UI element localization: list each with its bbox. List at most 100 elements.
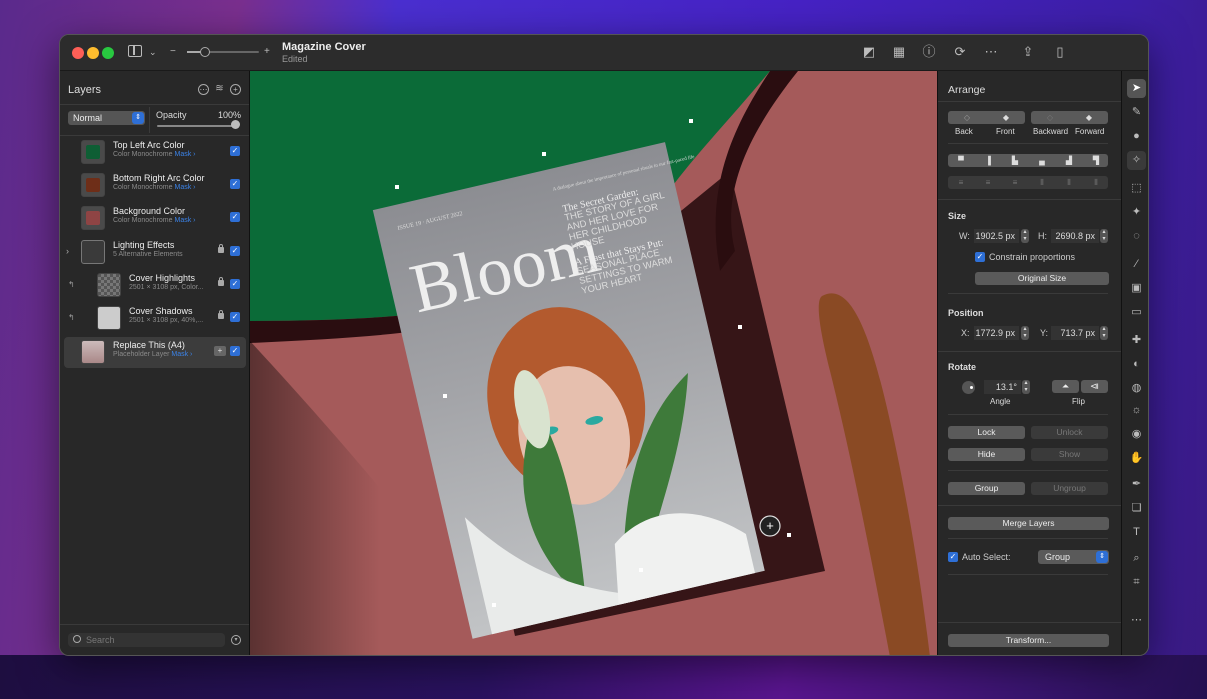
bring-to-front-icon[interactable]: ◆ <box>1001 113 1011 122</box>
pen-tool-icon[interactable]: ✒ <box>1127 475 1146 494</box>
lock-icon[interactable] <box>218 310 224 319</box>
zoom-tool-icon[interactable]: ⌕ <box>1127 549 1146 568</box>
constrain-proportions-checkbox[interactable]: ✓ <box>975 252 985 262</box>
layer-row[interactable]: Replace This (A4) Placeholder Layer Mask … <box>64 337 246 368</box>
blur-tool-icon[interactable]: ◍ <box>1127 379 1146 398</box>
flip-vertical-button[interactable]: ⏶ <box>1052 380 1079 393</box>
y-stepper[interactable]: ▴ ▾ <box>1100 326 1108 340</box>
paint-tool-icon[interactable]: ✎ <box>1127 103 1146 122</box>
angle-dial[interactable] <box>962 381 975 394</box>
distribute-icon[interactable]: ≡ <box>1010 178 1020 187</box>
opacity-slider-knob[interactable] <box>231 120 240 129</box>
distribute-icon[interactable]: ≡ <box>956 178 966 187</box>
brush-tool-icon[interactable]: ⁄ <box>1127 255 1146 274</box>
auto-select-checkbox[interactable]: ✓ <box>948 552 958 562</box>
align-icon[interactable]: ▜ <box>1091 156 1101 165</box>
arrow-tool-icon[interactable]: ➤ <box>1127 79 1146 98</box>
info-icon[interactable]: ⓘ <box>921 44 937 60</box>
layer-row[interactable]: Bottom Right Arc Color Color Monochrome M… <box>64 170 246 201</box>
hand-tool-icon[interactable]: ✋ <box>1127 449 1146 468</box>
layer-row[interactable]: › Lighting Effects 5 Alternative Elements … <box>64 237 246 268</box>
rotate-icon[interactable]: ⟳ <box>952 44 968 60</box>
disclosure-chevron-icon[interactable]: › <box>66 246 69 256</box>
clone-tool-icon[interactable]: ◐ <box>1127 355 1146 374</box>
unlock-button[interactable]: Unlock <box>1031 426 1108 439</box>
mask-link[interactable]: Mask › <box>174 184 195 191</box>
x-field[interactable]: 1772.9 px <box>974 326 1019 340</box>
layer-options-icon[interactable]: ⋯ <box>198 84 209 95</box>
visibility-checkbox[interactable]: ✓ <box>230 346 240 356</box>
filter-icon[interactable]: ▾ <box>231 635 241 645</box>
visibility-checkbox[interactable]: ✓ <box>230 246 240 256</box>
layer-search-input[interactable]: Search <box>68 633 225 647</box>
lock-icon[interactable] <box>218 277 224 286</box>
send-backward-icon[interactable]: ◇ <box>1045 113 1055 122</box>
sponge-tool-icon[interactable]: ◉ <box>1127 425 1146 444</box>
lighten-tool-icon[interactable]: ☼ <box>1127 401 1146 420</box>
back-front-segment[interactable]: ◇ ◆ <box>948 111 1025 124</box>
sidebar-right-icon[interactable]: ▯ <box>1052 44 1068 60</box>
layer-row[interactable]: ↰ Cover Shadows 2501 × 3108 px, 40%,... ✓ <box>64 303 246 334</box>
crop-tool-icon[interactable]: ⌗ <box>1127 573 1146 592</box>
bring-forward-icon[interactable]: ◆ <box>1084 113 1094 122</box>
warp-tool-icon[interactable]: ✧ <box>1127 151 1146 170</box>
width-field[interactable]: 1902.5 px <box>974 229 1019 243</box>
layer-row[interactable]: Background Color Color Monochrome Mask › ✓ <box>64 203 246 234</box>
canvas[interactable]: Bloom ISSUE 19 · AUGUST 2022 A dialogue … <box>250 71 938 655</box>
distribute-icon[interactable]: ⦀ <box>1064 178 1074 187</box>
align-icon[interactable]: ▙ <box>1010 156 1020 165</box>
share-icon[interactable]: ⇪ <box>1020 44 1036 60</box>
lock-button[interactable]: Lock <box>948 426 1025 439</box>
add-layer-icon[interactable]: + <box>230 84 241 95</box>
color-palette-icon[interactable]: ▦ <box>891 44 907 60</box>
angle-stepper[interactable]: ▴ ▾ <box>1022 380 1030 394</box>
align-icon[interactable]: ▄ <box>1037 156 1047 165</box>
width-stepper[interactable]: ▴ ▾ <box>1021 229 1029 243</box>
bucket-tool-icon[interactable]: ▣ <box>1127 279 1146 298</box>
zoom-slider-knob[interactable] <box>200 47 210 57</box>
blend-mode-select[interactable]: Normal ⇕ <box>68 111 145 125</box>
layer-row[interactable]: Top Left Arc Color Color Monochrome Mask … <box>64 137 246 168</box>
send-to-back-icon[interactable]: ◇ <box>962 113 972 122</box>
shape-tool-icon[interactable]: ❏ <box>1127 499 1146 518</box>
layer-row[interactable]: ↰ Cover Highlights 2501 × 3108 px, Color..… <box>64 270 246 301</box>
align-icon[interactable]: ▐ <box>983 156 993 165</box>
zoom-slider[interactable] <box>187 51 259 53</box>
color-picker-icon[interactable]: ◩ <box>861 44 877 60</box>
height-stepper[interactable]: ▴ ▾ <box>1100 229 1108 243</box>
sidebar-toggle-icon[interactable] <box>128 45 142 57</box>
distribute-icon[interactable]: ≡ <box>983 178 993 187</box>
opacity-slider[interactable] <box>157 125 237 127</box>
minimize-button[interactable] <box>87 47 99 59</box>
eraser-tool-icon[interactable]: ▭ <box>1127 303 1146 322</box>
layer-stack-icon[interactable]: ≋ <box>214 84 225 95</box>
angle-field[interactable]: 13.1° <box>984 380 1021 394</box>
smudge-tool-icon[interactable]: ● <box>1127 127 1146 146</box>
maximize-button[interactable] <box>102 47 114 59</box>
distribute-icon[interactable]: ⦀ <box>1091 178 1101 187</box>
transform-button[interactable]: Transform... <box>948 634 1109 647</box>
visibility-checkbox[interactable]: ✓ <box>230 312 240 322</box>
bandage-tool-icon[interactable]: ✚ <box>1127 331 1146 350</box>
align-icon[interactable]: ▟ <box>1064 156 1074 165</box>
distribute-icon[interactable]: ⦀ <box>1037 178 1047 187</box>
group-button[interactable]: Group <box>948 482 1025 495</box>
magic-wand-tool-icon[interactable]: ✦ <box>1127 203 1146 222</box>
zoom-out-icon[interactable]: − <box>170 44 176 60</box>
align-icon[interactable]: ▀ <box>956 156 966 165</box>
rect-select-tool-icon[interactable]: ⬚ <box>1127 179 1146 198</box>
lock-icon[interactable] <box>218 244 224 253</box>
visibility-checkbox[interactable]: ✓ <box>230 146 240 156</box>
add-content-button[interactable]: + <box>214 346 226 356</box>
backward-forward-segment[interactable]: ◇ ◆ <box>1031 111 1108 124</box>
mask-link[interactable]: Mask › <box>174 217 195 224</box>
auto-select-popup[interactable]: Group ⇕ <box>1038 550 1109 564</box>
close-button[interactable] <box>72 47 84 59</box>
lasso-tool-icon[interactable]: ◌ <box>1127 227 1146 246</box>
text-tool-icon[interactable]: T <box>1127 523 1146 542</box>
more-icon[interactable]: ⋯ <box>983 44 999 60</box>
more-tools-icon[interactable]: ⋯ <box>1127 611 1146 630</box>
flip-horizontal-button[interactable]: ⧏ <box>1081 380 1108 393</box>
mask-link[interactable]: Mask › <box>171 351 192 358</box>
y-field[interactable]: 713.7 px <box>1051 326 1099 340</box>
